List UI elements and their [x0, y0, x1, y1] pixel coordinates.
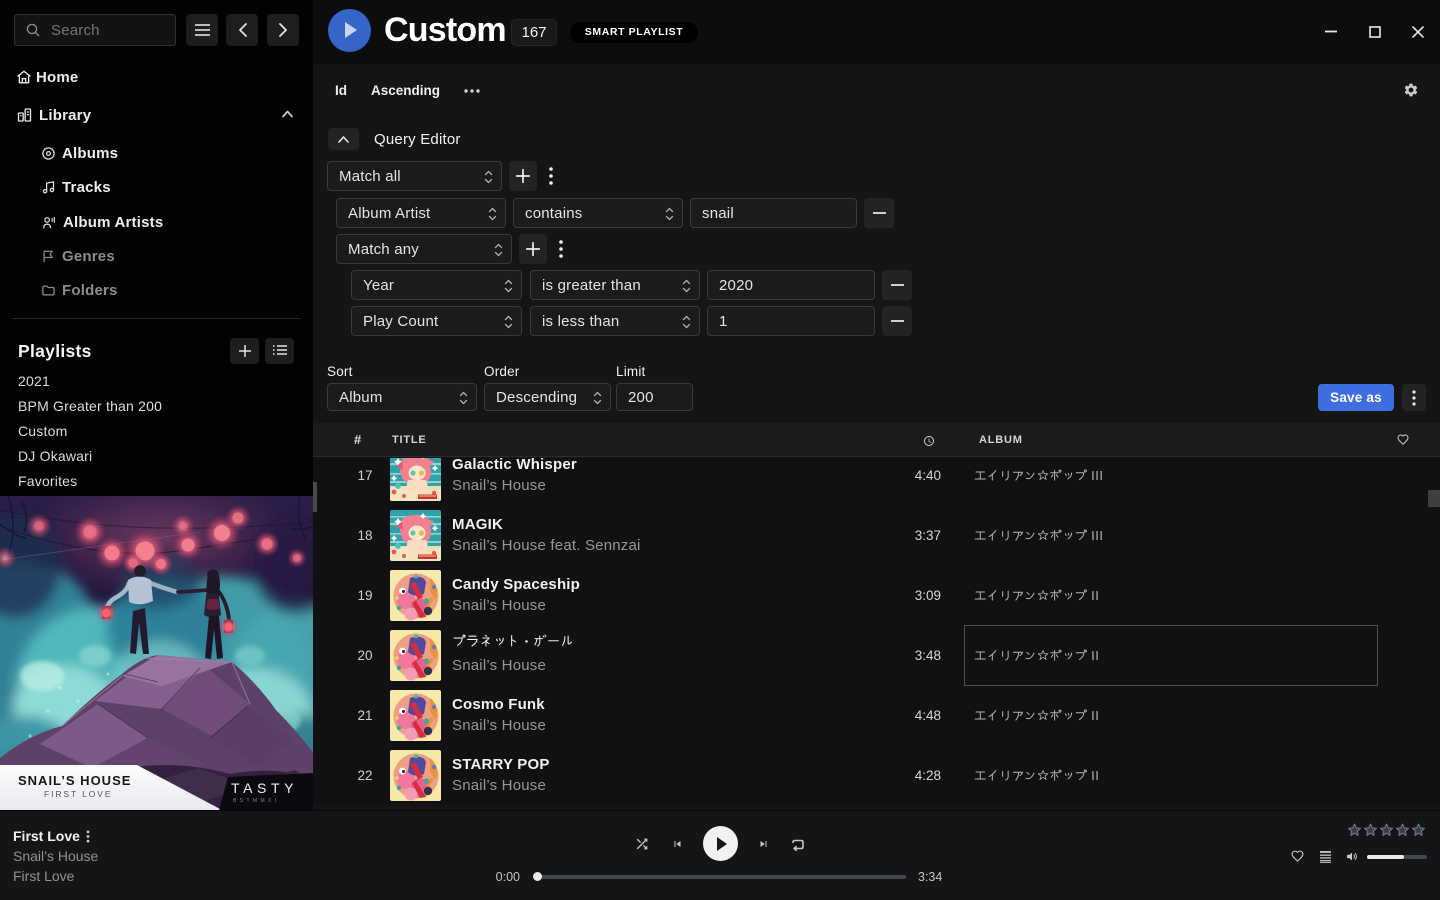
- svg-text:BSTMMXI: BSTMMXI: [233, 798, 280, 804]
- svg-text:SNAIL’S HOUSE: SNAIL’S HOUSE: [18, 773, 131, 788]
- svg-text:TASTY: TASTY: [231, 780, 298, 796]
- svg-text:FIRST LOVE: FIRST LOVE: [44, 789, 112, 799]
